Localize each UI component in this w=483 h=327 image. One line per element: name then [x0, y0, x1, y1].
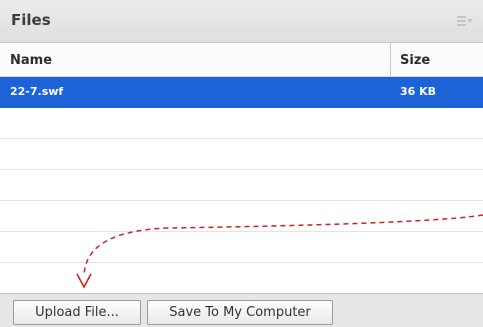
file-size-cell: 36 KB: [400, 85, 437, 98]
panel-title: Files: [11, 11, 51, 29]
save-to-computer-button[interactable]: Save To My Computer: [147, 300, 333, 325]
options-menu-icon[interactable]: [457, 16, 473, 26]
empty-row: [0, 170, 483, 201]
file-name-cell: 22-7.swf: [10, 85, 64, 98]
empty-row: [0, 108, 483, 139]
upload-file-button[interactable]: Upload File...: [13, 300, 141, 325]
panel-titlebar: Files: [0, 0, 483, 43]
empty-row: [0, 139, 483, 170]
empty-row: [0, 232, 483, 263]
empty-row: [0, 201, 483, 232]
column-header-name[interactable]: Name: [10, 53, 52, 68]
panel-footer: Upload File... Save To My Computer: [0, 293, 483, 327]
table-row[interactable]: 22-7.swf 36 KB: [0, 77, 483, 108]
empty-row: [0, 263, 483, 294]
table-header: Name Size: [0, 43, 483, 77]
file-list: 22-7.swf 36 KB: [0, 77, 483, 294]
column-divider[interactable]: [390, 43, 391, 77]
files-panel: Files Name Size 22-7.swf 36 KB Upload Fi…: [0, 0, 483, 327]
column-header-size[interactable]: Size: [400, 53, 430, 68]
